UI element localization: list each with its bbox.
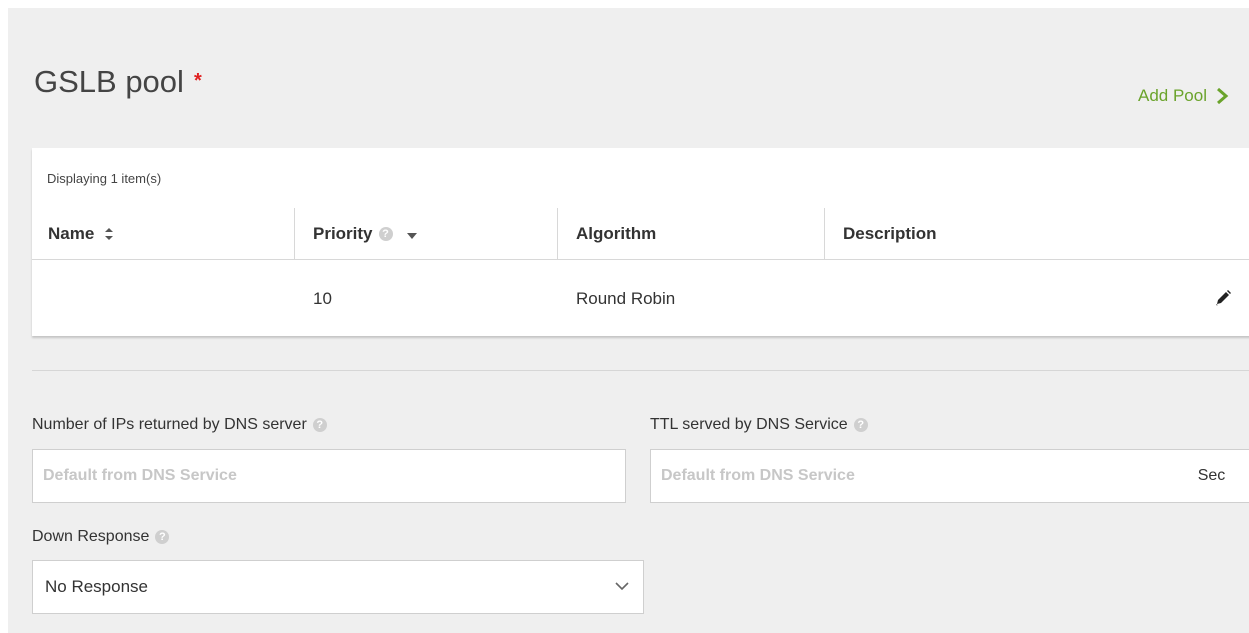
chevron-down-icon: [615, 582, 629, 591]
chevron-right-icon: [1217, 88, 1229, 104]
grid-header: Name Priority ? Algorithm Description: [32, 208, 1249, 260]
column-header-name[interactable]: Name: [48, 208, 298, 260]
sort-icon[interactable]: [104, 227, 114, 241]
column-header-priority[interactable]: Priority ?: [294, 208, 558, 260]
ttl-unit: Sec: [1171, 449, 1249, 503]
column-name-label: Name: [48, 224, 95, 243]
add-pool-button[interactable]: Add Pool: [1138, 86, 1229, 106]
num-ips-input[interactable]: [32, 449, 626, 503]
column-header-algorithm[interactable]: Algorithm: [557, 208, 825, 260]
column-priority-label: Priority: [313, 224, 373, 243]
help-icon[interactable]: ?: [378, 227, 393, 241]
pool-grid: Displaying 1 item(s) Name Priority ? Alg…: [32, 148, 1249, 336]
cell-priority: 10: [313, 288, 332, 308]
table-row[interactable]: 10 Round Robin: [32, 261, 1249, 336]
gslb-pool-panel: GSLB pool * Add Pool Displaying 1 item(s…: [8, 8, 1249, 633]
page-title: GSLB pool *: [34, 64, 202, 100]
down-response-label-text: Down Response: [32, 528, 150, 545]
help-icon[interactable]: ?: [155, 530, 170, 544]
help-icon[interactable]: ?: [853, 418, 868, 432]
ttl-input[interactable]: [650, 449, 1172, 503]
column-header-description[interactable]: Description: [824, 208, 1244, 260]
column-description-label: Description: [843, 224, 937, 243]
down-response-selected: No Response: [45, 577, 149, 596]
column-algorithm-label: Algorithm: [576, 224, 657, 243]
required-marker: *: [193, 69, 202, 92]
pencil-icon[interactable]: [1214, 289, 1232, 307]
num-ips-label-text: Number of IPs returned by DNS server: [32, 416, 307, 433]
grid-count-label: Displaying 1 item(s): [47, 171, 162, 186]
num-ips-label: Number of IPs returned by DNS server ?: [32, 416, 327, 434]
add-pool-label: Add Pool: [1138, 86, 1207, 105]
page-title-text: GSLB pool: [34, 64, 184, 99]
help-icon[interactable]: ?: [312, 418, 327, 432]
ttl-label-text: TTL served by DNS Service: [650, 416, 848, 433]
sort-descending-icon[interactable]: [406, 233, 417, 239]
down-response-select[interactable]: No Response: [32, 560, 644, 614]
down-response-label: Down Response ?: [32, 528, 170, 546]
ttl-label: TTL served by DNS Service ?: [650, 416, 868, 434]
cell-algorithm: Round Robin: [576, 288, 676, 308]
section-divider: [32, 370, 1249, 371]
